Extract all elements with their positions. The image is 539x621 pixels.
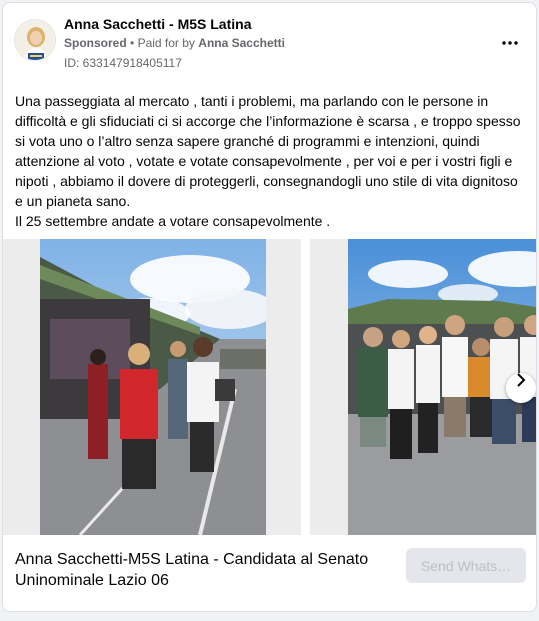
more-options-button[interactable] bbox=[498, 33, 522, 53]
carousel-next-button[interactable] bbox=[506, 373, 536, 403]
paid-for-name[interactable]: Anna Sacchetti bbox=[198, 36, 285, 50]
market-stall-photo bbox=[40, 239, 266, 535]
link-title[interactable]: Anna Sacchetti-M5S Latina - Candidata al… bbox=[15, 549, 395, 591]
ad-id: ID: 633147918405117 bbox=[64, 56, 182, 70]
ad-card: Anna Sacchetti - M5S Latina Sponsored • … bbox=[2, 2, 537, 612]
separator-dot: • bbox=[130, 36, 135, 50]
page-avatar[interactable] bbox=[14, 19, 56, 61]
image-carousel[interactable] bbox=[3, 239, 536, 535]
send-whatsapp-button[interactable]: Send Whats… bbox=[406, 548, 526, 583]
page-name[interactable]: Anna Sacchetti - M5S Latina bbox=[64, 16, 251, 32]
sponsorship-line: Sponsored • Paid for by Anna Sacchetti bbox=[64, 36, 285, 50]
chevron-right-icon bbox=[517, 373, 526, 387]
carousel-slide-1[interactable] bbox=[3, 239, 301, 535]
post-body-text: Una passeggiata al mercato , tanti i pro… bbox=[15, 93, 521, 229]
sponsored-label: Sponsored bbox=[64, 36, 127, 50]
paid-for-prefix: Paid for by bbox=[137, 36, 195, 50]
link-footer: Anna Sacchetti-M5S Latina - Candidata al… bbox=[3, 535, 536, 611]
carousel-slide-2[interactable] bbox=[310, 239, 536, 535]
more-options-icon bbox=[502, 41, 518, 45]
post-header: Anna Sacchetti - M5S Latina Sponsored • … bbox=[3, 3, 536, 81]
candidate-profile-photo-icon bbox=[15, 20, 55, 60]
